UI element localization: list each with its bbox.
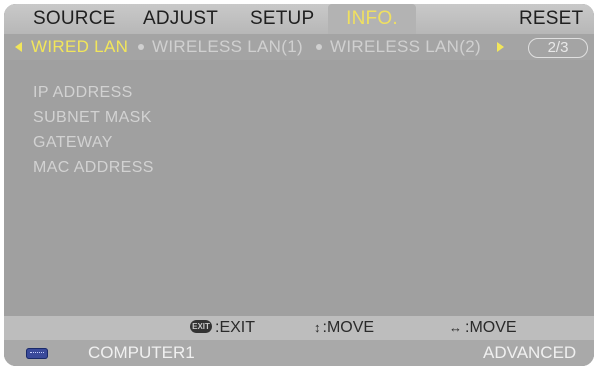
status-bar: COMPUTER1 ADVANCED [4,340,594,366]
info-content-panel: IP ADDRESS SUBNET MASK GATEWAY MAC ADDRE… [4,60,594,316]
subnet-mask-label: SUBNET MASK [33,109,152,126]
leftright-arrow-icon: ↔ [449,320,462,335]
menu-info[interactable]: INFO. [328,4,416,34]
move-vertical-hint: ↕:MOVE [314,316,374,340]
tab-wireless-lan-1[interactable]: WIRELESS LAN(1) [152,34,303,60]
updown-arrow-icon: ↕ [314,320,321,335]
menu-adjust[interactable]: ADJUST [143,4,218,34]
menu-setup[interactable]: SETUP [250,4,314,34]
sub-tab-bar: WIRED LAN WIRELESS LAN(1) WIRELESS LAN(2… [4,34,594,60]
help-bar: EXIT:EXIT ↕:MOVE ↔:MOVE [4,316,594,340]
input-source-label: COMPUTER1 [88,343,195,362]
mac-address-label: MAC ADDRESS [33,159,154,176]
ip-address-label: IP ADDRESS [33,84,133,101]
gateway-label: GATEWAY [33,134,113,151]
menu-source[interactable]: SOURCE [33,4,116,34]
menu-mode-label: ADVANCED [483,343,577,362]
move-horizontal-label: :MOVE [465,319,517,336]
exit-hint-label: :EXIT [215,319,256,336]
tab-wired-lan[interactable]: WIRED LAN [31,34,128,60]
top-menu-bar: SOURCE ADJUST SETUP INFO. RESET [4,4,594,34]
tab-right-arrow-icon[interactable] [497,42,504,52]
vga-input-icon [26,348,48,359]
exit-key-icon: EXIT [190,320,212,334]
menu-reset[interactable]: RESET [519,4,583,34]
tab-left-arrow-icon[interactable] [15,42,22,52]
exit-hint: EXIT:EXIT [190,316,255,340]
move-horizontal-hint: ↔:MOVE [449,316,517,340]
tab-separator-icon [316,44,322,50]
tab-wireless-lan-2[interactable]: WIRELESS LAN(2) [330,34,481,60]
projector-osd-menu: SOURCE ADJUST SETUP INFO. RESET WIRED LA… [4,4,594,366]
tab-separator-icon [138,44,144,50]
move-vertical-label: :MOVE [322,319,375,336]
page-indicator: 2/3 [528,38,588,58]
